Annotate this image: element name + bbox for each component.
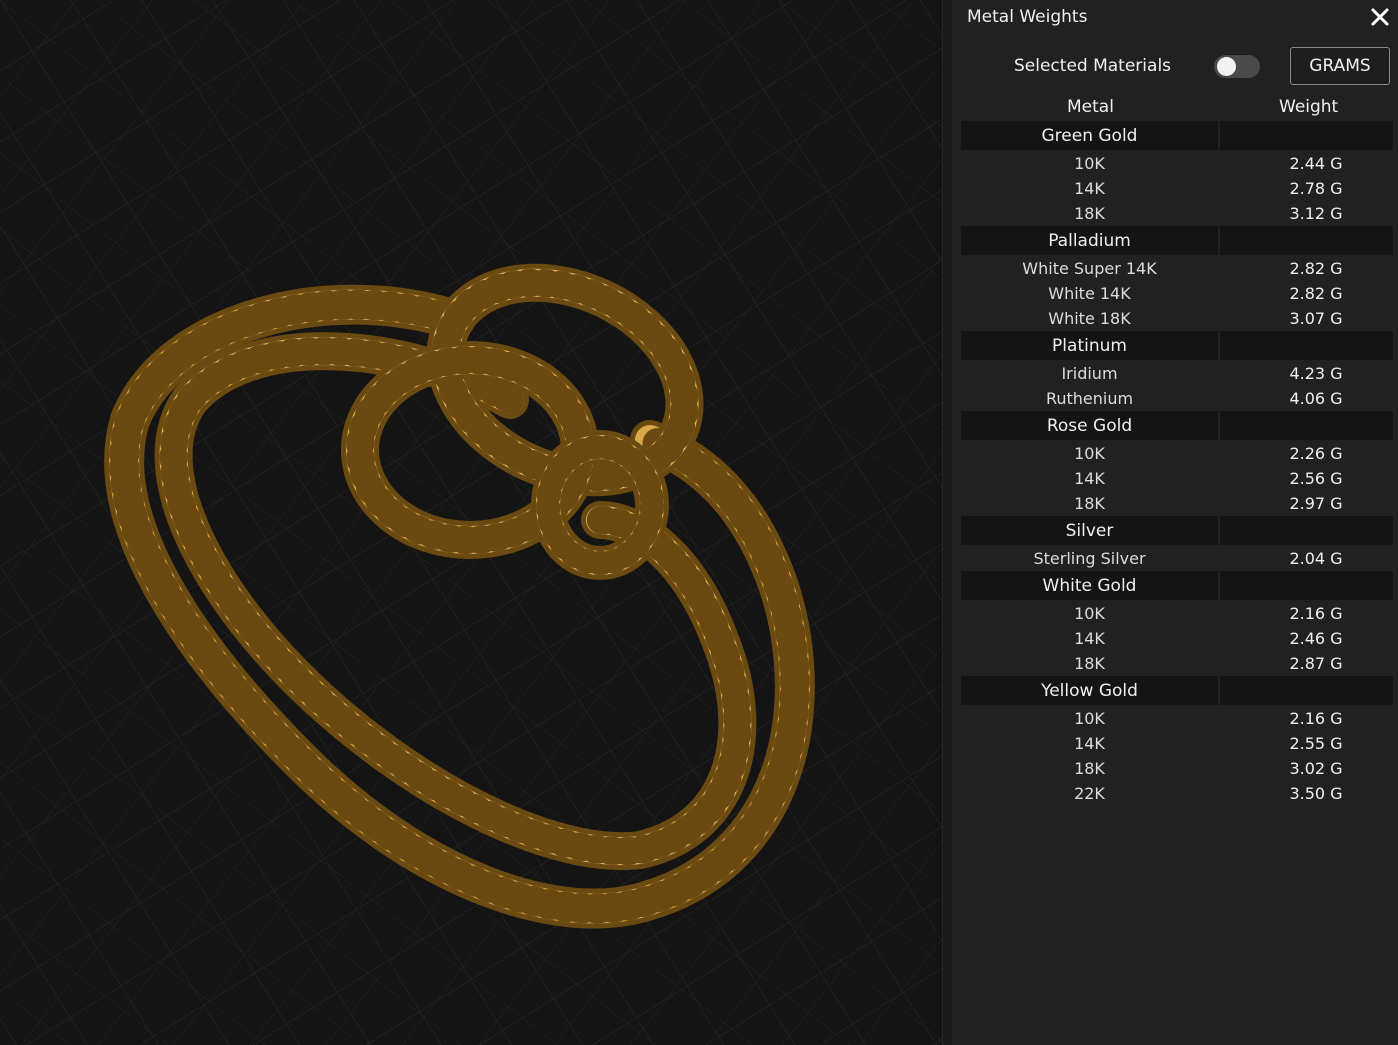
metal-cell: Ruthenium — [1045, 389, 1134, 408]
weight-cell: 4.23 G — [1289, 364, 1343, 383]
table-row: 18K 3.12 G — [961, 201, 1393, 226]
metal-cell: 18K — [1074, 204, 1105, 223]
weight-cell: 2.78 G — [1289, 179, 1343, 198]
group-header: Platinum — [961, 331, 1393, 360]
table-row: 22K 3.50 G — [961, 781, 1393, 806]
group-header: Rose Gold — [961, 411, 1393, 440]
panel-title: Metal Weights — [967, 7, 1088, 27]
weight-cell: 2.04 G — [1289, 549, 1343, 568]
rope-ring-model[interactable] — [0, 0, 942, 1045]
weight-cell: 2.97 G — [1289, 494, 1343, 513]
group-weight-cell — [1220, 331, 1393, 360]
group-header: Silver — [961, 516, 1393, 545]
group-header: Green Gold — [961, 121, 1393, 150]
metal-cell: 10K — [1074, 444, 1105, 463]
table-row: White Super 14K 2.82 G — [961, 256, 1393, 281]
group-weight-cell — [1220, 676, 1393, 705]
group-weight-cell — [1220, 411, 1393, 440]
selected-materials-label: Selected Materials — [1014, 56, 1172, 76]
group-weight-cell — [1220, 226, 1393, 255]
metal-cell: White 14K — [1048, 284, 1131, 303]
table-row: 14K 2.46 G — [961, 626, 1393, 651]
metal-cell: 14K — [1074, 629, 1105, 648]
weight-cell: 2.44 G — [1289, 154, 1343, 173]
weight-cell: 2.55 G — [1289, 734, 1343, 753]
weight-cell: 2.87 G — [1289, 654, 1343, 673]
metal-cell: 18K — [1074, 759, 1105, 778]
column-header-weight: Weight — [1279, 97, 1339, 117]
metal-cell: 22K — [1074, 784, 1105, 803]
metal-weights-panel: Metal Weights Selected Materials GRAMS M… — [952, 0, 1398, 1045]
group-name: White Gold — [961, 571, 1218, 600]
group-weight-cell — [1220, 516, 1393, 545]
weight-cell: 3.07 G — [1289, 309, 1343, 328]
table-row: Iridium 4.23 G — [961, 361, 1393, 386]
metal-cell: 10K — [1074, 709, 1105, 728]
weights-table: Green Gold 10K 2.44 G 14K 2.78 G 18K 3.12 G Pal… — [961, 121, 1393, 806]
table-row: 10K 2.16 G — [961, 706, 1393, 731]
metal-cell: 14K — [1074, 179, 1105, 198]
table-row: 10K 2.26 G — [961, 441, 1393, 466]
metal-cell: 14K — [1074, 734, 1105, 753]
group-header: Palladium — [961, 226, 1393, 255]
group-name: Platinum — [961, 331, 1218, 360]
group-weight-cell — [1220, 571, 1393, 600]
metal-cell: 18K — [1074, 494, 1105, 513]
weight-cell: 3.02 G — [1289, 759, 1343, 778]
weight-cell: 2.46 G — [1289, 629, 1343, 648]
metal-cell: 10K — [1074, 154, 1105, 173]
metal-cell: White 18K — [1048, 309, 1131, 328]
units-button[interactable]: GRAMS — [1290, 47, 1390, 85]
group-name: Rose Gold — [961, 411, 1218, 440]
weight-cell: 2.16 G — [1289, 709, 1343, 728]
table-row: Sterling Silver 2.04 G — [961, 546, 1393, 571]
close-icon[interactable] — [1368, 5, 1392, 29]
weight-cell: 2.82 G — [1289, 259, 1343, 278]
metal-cell: 14K — [1074, 469, 1105, 488]
table-row: 14K 2.55 G — [961, 731, 1393, 756]
table-row: Ruthenium 4.06 G — [961, 386, 1393, 411]
table-row: White 14K 2.82 G — [961, 281, 1393, 306]
weight-cell: 3.12 G — [1289, 204, 1343, 223]
group-weight-cell — [1220, 121, 1393, 150]
group-header: White Gold — [961, 571, 1393, 600]
group-header: Yellow Gold — [961, 676, 1393, 705]
weight-cell: 2.82 G — [1289, 284, 1343, 303]
table-row: 14K 2.78 G — [961, 176, 1393, 201]
table-row: 14K 2.56 G — [961, 466, 1393, 491]
table-row: White 18K 3.07 G — [961, 306, 1393, 331]
group-name: Green Gold — [961, 121, 1218, 150]
metal-cell: Sterling Silver — [1033, 549, 1146, 568]
table-row: 18K 3.02 G — [961, 756, 1393, 781]
table-row: 18K 2.97 G — [961, 491, 1393, 516]
group-name: Palladium — [961, 226, 1218, 255]
table-row: 10K 2.16 G — [961, 601, 1393, 626]
weight-cell: 3.50 G — [1289, 784, 1343, 803]
metal-cell: 18K — [1074, 654, 1105, 673]
weight-cell: 2.16 G — [1289, 604, 1343, 623]
group-name: Yellow Gold — [961, 676, 1218, 705]
selected-materials-toggle[interactable] — [1214, 55, 1260, 78]
toggle-knob — [1217, 57, 1236, 76]
group-name: Silver — [961, 516, 1218, 545]
table-row: 18K 2.87 G — [961, 651, 1393, 676]
weight-cell: 2.56 G — [1289, 469, 1343, 488]
metal-cell: Iridium — [1061, 364, 1118, 383]
weight-cell: 4.06 G — [1289, 389, 1343, 408]
3d-viewport[interactable] — [0, 0, 942, 1045]
metal-cell: White Super 14K — [1022, 259, 1157, 278]
column-header-metal: Metal — [1067, 97, 1114, 117]
metal-cell: 10K — [1074, 604, 1105, 623]
table-row: 10K 2.44 G — [961, 151, 1393, 176]
weight-cell: 2.26 G — [1289, 444, 1343, 463]
